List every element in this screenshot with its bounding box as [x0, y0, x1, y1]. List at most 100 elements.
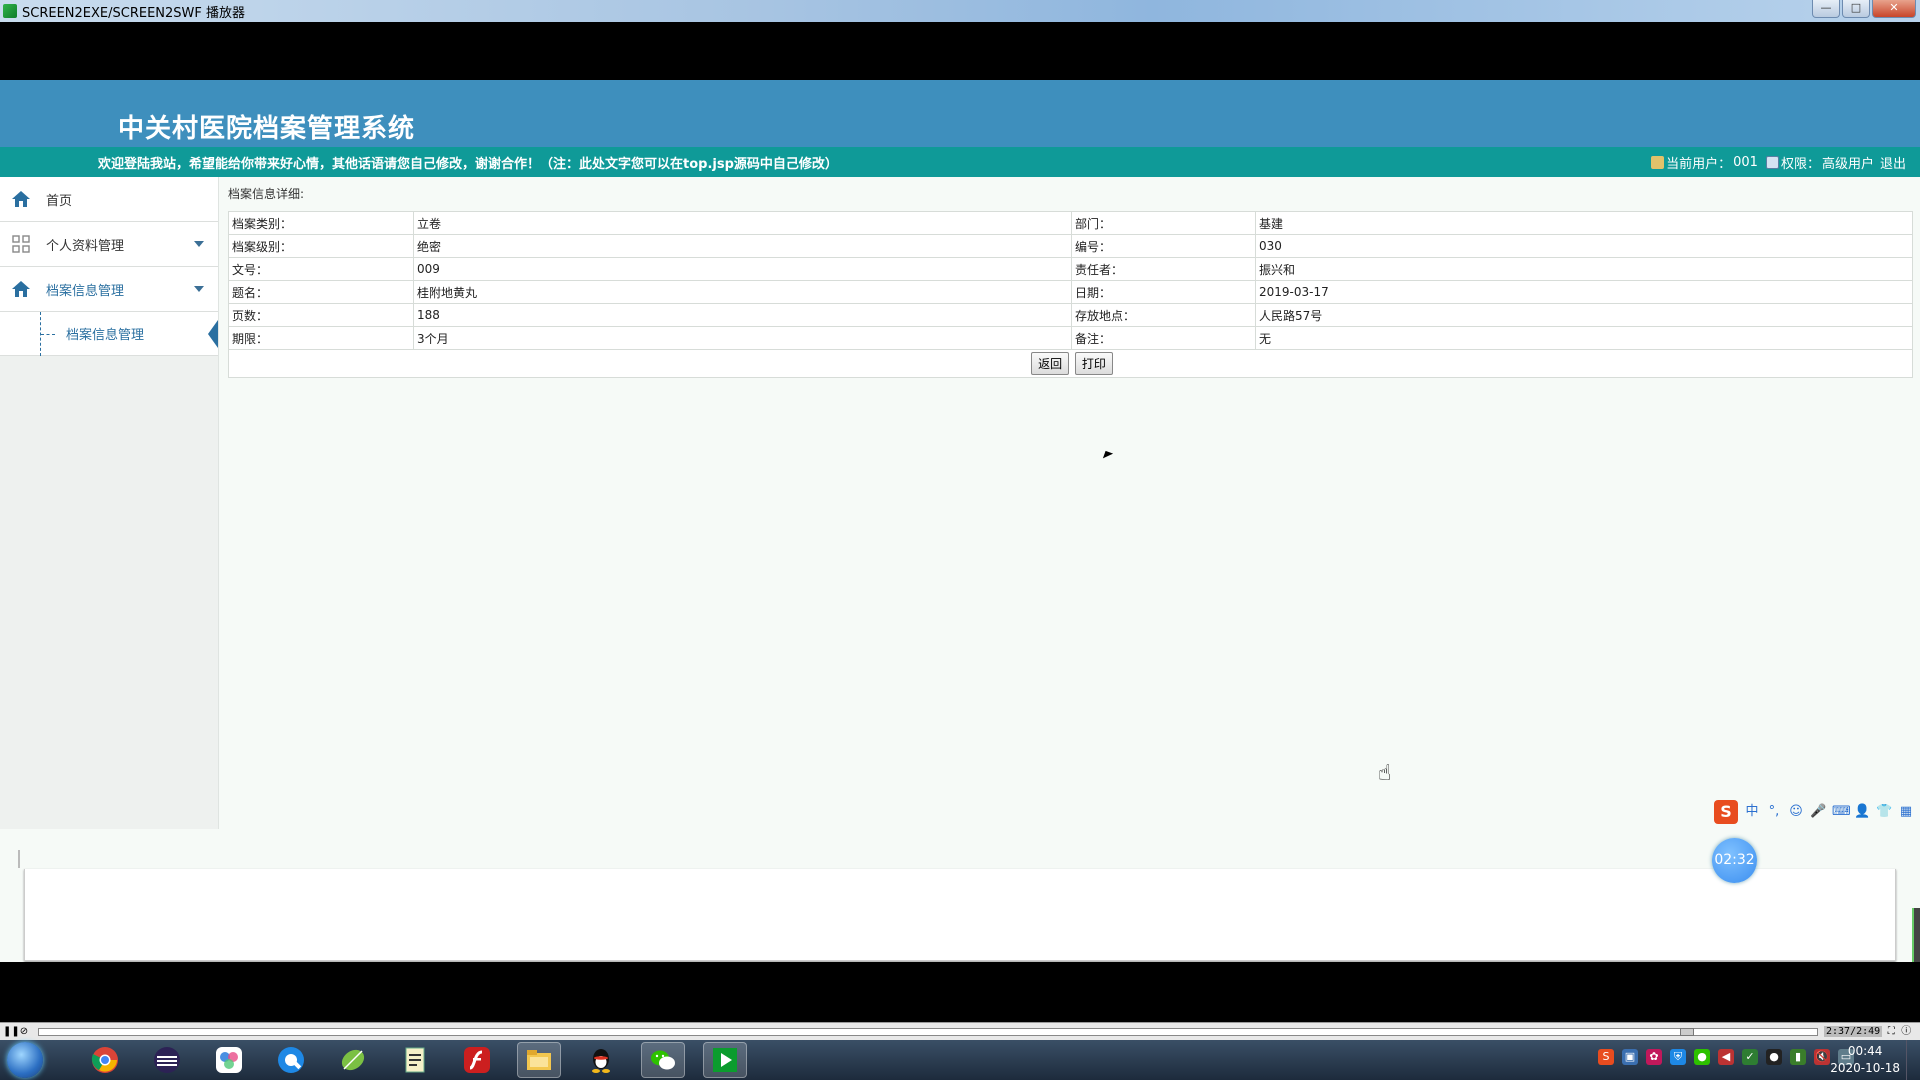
microphone-icon[interactable]: 🎤 — [1810, 804, 1826, 820]
baidu-tray-icon[interactable]: ✿ — [1646, 1049, 1662, 1065]
sidebar-subitem-label: 档案信息管理 — [66, 328, 145, 343]
flash-icon[interactable] — [455, 1042, 499, 1078]
sogou-ime-logo[interactable]: S — [1714, 800, 1738, 824]
sidebar-item-home[interactable]: 首页 — [0, 177, 218, 222]
system-title: 中关村医院档案管理系统 — [118, 114, 416, 144]
user-icon — [1651, 156, 1665, 169]
wechat-icon[interactable] — [641, 1042, 685, 1078]
chrome-icon[interactable] — [83, 1042, 127, 1078]
table-row: 文号： 009 责任者： 振兴和 — [228, 257, 1913, 281]
table-row: 页数： 188 存放地点： 人民路57号 — [228, 303, 1913, 327]
field-label: 责任者： — [1071, 257, 1256, 281]
current-user-value: 001 — [1733, 155, 1758, 170]
qq-icon[interactable] — [579, 1042, 623, 1078]
field-value: 3个月 — [413, 326, 1072, 350]
wechat-tray-icon[interactable]: ● — [1694, 1049, 1710, 1065]
maximize-button[interactable]: □ — [1842, 0, 1870, 18]
app-banner: 中关村医院档案管理系统 — [0, 80, 1920, 147]
file-explorer-icon[interactable] — [517, 1042, 561, 1078]
field-label: 题名： — [228, 280, 414, 304]
table-row: 题名： 桂附地黄丸 日期： 2019-03-17 — [228, 280, 1913, 304]
shirt-icon[interactable]: 👕 — [1876, 804, 1892, 820]
leaf-app-icon[interactable] — [331, 1042, 375, 1078]
back-button[interactable]: 返回 — [1031, 352, 1070, 375]
field-label: 备注： — [1071, 326, 1256, 350]
screen2swf-player-icon[interactable] — [703, 1042, 747, 1078]
field-label: 页数： — [228, 303, 414, 327]
show-desktop-button[interactable] — [1906, 1040, 1920, 1080]
grid-icon — [10, 234, 32, 254]
browser-icon[interactable] — [269, 1042, 313, 1078]
photos-app-icon[interactable] — [207, 1042, 251, 1078]
notepad-icon[interactable] — [393, 1042, 437, 1078]
permission-label: 权限： — [1780, 157, 1820, 172]
field-value: 基建 — [1255, 211, 1913, 235]
eclipse-icon[interactable] — [145, 1042, 189, 1078]
field-value: 绝密 — [413, 234, 1072, 258]
side-handle[interactable] — [1912, 908, 1920, 962]
table-row: 档案类别： 立卷 部门： 基建 — [228, 211, 1913, 235]
sogou-tray-icon[interactable]: S — [1598, 1049, 1614, 1065]
security-tray-icon[interactable]: ✓ — [1742, 1049, 1758, 1065]
field-label: 编号： — [1071, 234, 1256, 258]
player-app-icon — [3, 4, 17, 18]
grid-icon[interactable]: ▦ — [1898, 804, 1914, 820]
bottom-panel — [24, 869, 1896, 961]
ime-punct-toggle[interactable]: °, — [1766, 804, 1782, 820]
volume-tray-icon[interactable]: 🔇 — [1814, 1049, 1830, 1065]
field-label: 部门： — [1071, 211, 1256, 235]
progress-knob[interactable] — [1680, 1027, 1694, 1036]
ime-mode-toggle[interactable]: 中 — [1744, 804, 1760, 820]
sidebar-item-archive-label: 档案信息管理 — [46, 283, 125, 299]
close-button[interactable]: ✕ — [1872, 0, 1916, 18]
qq-tray-icon[interactable]: ● — [1766, 1049, 1782, 1065]
keyboard-icon[interactable]: ⌨ — [1832, 804, 1851, 820]
user-info: 当前用户： 001 权限： 高级用户 退出 — [1651, 153, 1906, 172]
sidebar-subitem-archive-info[interactable]: 档案信息管理 — [0, 312, 218, 356]
playback-time: 2:37/2:49 — [1824, 1026, 1883, 1037]
recording-timer[interactable]: 02:32 — [1712, 838, 1757, 883]
pause-icon[interactable]: ❚❚ — [3, 1026, 20, 1038]
field-label: 存放地点： — [1071, 303, 1256, 327]
taskbar-clock[interactable]: 00:44 2020-10-18 — [1830, 1043, 1900, 1077]
chevron-down-icon — [194, 241, 204, 247]
notice-bar: 欢迎登陆我站，希望能给你带来好心情，其他话语请您自己修改，谢谢合作！（注：此处文… — [0, 147, 1920, 177]
fullscreen-icon[interactable]: ⛶ — [1885, 1026, 1897, 1038]
network-tray-icon[interactable]: ▣ — [1622, 1049, 1638, 1065]
logout-link[interactable]: 退出 — [1880, 153, 1906, 172]
arrow-tray-icon[interactable]: ◀ — [1718, 1049, 1734, 1065]
emoji-icon[interactable]: ☺ — [1788, 804, 1804, 820]
print-button[interactable]: 打印 — [1074, 352, 1113, 375]
sidebar-item-personal[interactable]: 个人资料管理 — [0, 222, 218, 267]
permission-value: 高级用户 — [1821, 157, 1874, 172]
sidebar-item-personal-label: 个人资料管理 — [46, 238, 125, 254]
info-icon[interactable]: ⓘ — [1900, 1026, 1912, 1038]
mouse-pointer-icon — [1102, 450, 1114, 462]
field-label: 日期： — [1071, 280, 1256, 304]
main-content: 档案信息详细: 档案类别： 立卷 部门： 基建 档案级别： 绝密 编号： 030… — [228, 177, 1914, 378]
start-button[interactable] — [7, 1042, 43, 1078]
user-icon[interactable]: 👤 — [1854, 804, 1870, 820]
permission-icon — [1765, 156, 1779, 169]
field-value: 桂附地黄丸 — [413, 280, 1072, 304]
field-value: 立卷 — [413, 211, 1072, 235]
system-tray: S ▣ ✿ ⛨ ● ◀ ✓ ● ▮ 🔇 ▭ — [1598, 1049, 1854, 1065]
minimize-button[interactable]: — — [1812, 0, 1840, 18]
field-value: 2019-03-17 — [1255, 280, 1913, 304]
button-row: 返回 打印 — [228, 349, 1913, 378]
battery-tray-icon[interactable]: ▮ — [1790, 1049, 1806, 1065]
taskbar: S ▣ ✿ ⛨ ● ◀ ✓ ● ▮ 🔇 ▭ 00:44 2020-10-18 — [0, 1040, 1920, 1080]
shield-icon[interactable]: ⛨ — [1670, 1049, 1686, 1065]
video-area: 中关村医院档案管理系统 欢迎登陆我站，希望能给你带来好心情，其他话语请您自己修改… — [0, 22, 1920, 962]
sidebar-item-archive[interactable]: 档案信息管理 — [0, 267, 218, 312]
home-icon — [10, 189, 32, 209]
chevron-down-icon — [194, 286, 204, 292]
loop-icon[interactable]: ⊘ — [18, 1026, 30, 1038]
button-cell: 返回 打印 — [228, 349, 1913, 378]
player-title-bar: SCREEN2EXE/SCREEN2SWF 播放器 — □ ✕ — [0, 0, 1920, 22]
ime-toolbar: S 中 °, ☺ 🎤 ⌨ 👤 👕 ▦ — [1714, 800, 1914, 824]
progress-track[interactable] — [38, 1027, 1818, 1036]
field-value: 无 — [1255, 326, 1913, 350]
field-label: 档案级别： — [228, 234, 414, 258]
clock-time: 00:44 — [1847, 1044, 1883, 1058]
